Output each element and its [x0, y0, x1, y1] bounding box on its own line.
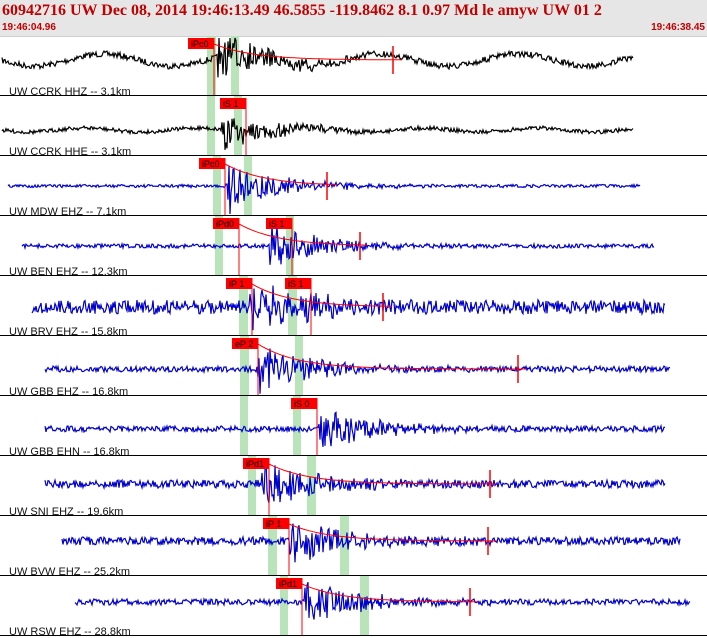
coda-curve [301, 583, 478, 603]
pick-label: iS 0 [294, 399, 310, 409]
waveform [61, 523, 681, 563]
seismogram-panels: iPc0 iS 1 iPc0 iPd0 iS 1 iP 1 iS 1 eP 2 iS 0 iPd1… [0, 36, 707, 638]
trace-label: UW BRV EHZ -- 15.8km [9, 326, 128, 338]
pick-label: iPd1 [279, 579, 297, 589]
coda-curve [268, 463, 497, 485]
event-header: 60942716 UW Dec 08, 2014 19:46:13.49 46.… [0, 0, 707, 37]
pick-label: iPc0 [191, 39, 209, 49]
waveform [74, 582, 691, 620]
trace-label: UW MDW EHZ -- 7.1km [9, 206, 127, 218]
waveform [31, 285, 666, 331]
coda-curve [224, 163, 338, 186]
trace-label: UW BVW EHZ -- 25.2km [9, 566, 131, 578]
trace-label: UW SNI EHZ -- 19.6km [9, 506, 124, 518]
trace-label: UW BEN EHZ -- 12.3km [9, 266, 128, 278]
waveform [44, 411, 666, 447]
pick-label: iS 1 [288, 279, 304, 289]
coda-curve [238, 223, 368, 246]
trace-label: UW GBB EHN -- 16.8km [9, 446, 130, 458]
pick-label: iPd0 [216, 219, 234, 229]
time-end-label: 19:46:38.45 [651, 22, 705, 33]
waveform [44, 348, 671, 394]
pick-label: iP 1 [229, 279, 244, 289]
waveform [44, 457, 666, 504]
trace-label: UW RSW EHZ -- 28.8km [9, 626, 131, 638]
pick-label: iS 1 [269, 219, 285, 229]
waveform [1, 37, 634, 78]
pick-label: eP 2 [235, 339, 253, 349]
trace-label: UW GBB EHZ -- 16.8km [9, 386, 129, 398]
pick-band [231, 36, 239, 96]
event-title: 60942716 UW Dec 08, 2014 19:46:13.49 46.… [2, 2, 602, 19]
pick-label: iS 1 [223, 99, 239, 109]
pick-label: iP 1 [266, 519, 281, 529]
pick-band [207, 96, 215, 156]
pick-label: iPd1 [246, 459, 264, 469]
trace-label: UW CCRK HHZ -- 3.1km [9, 86, 131, 98]
time-start-label: 19:46:04.96 [2, 22, 56, 33]
trace-label: UW CCRK HHE -- 3.1km [9, 146, 132, 158]
pick-label: iPc0 [202, 159, 220, 169]
